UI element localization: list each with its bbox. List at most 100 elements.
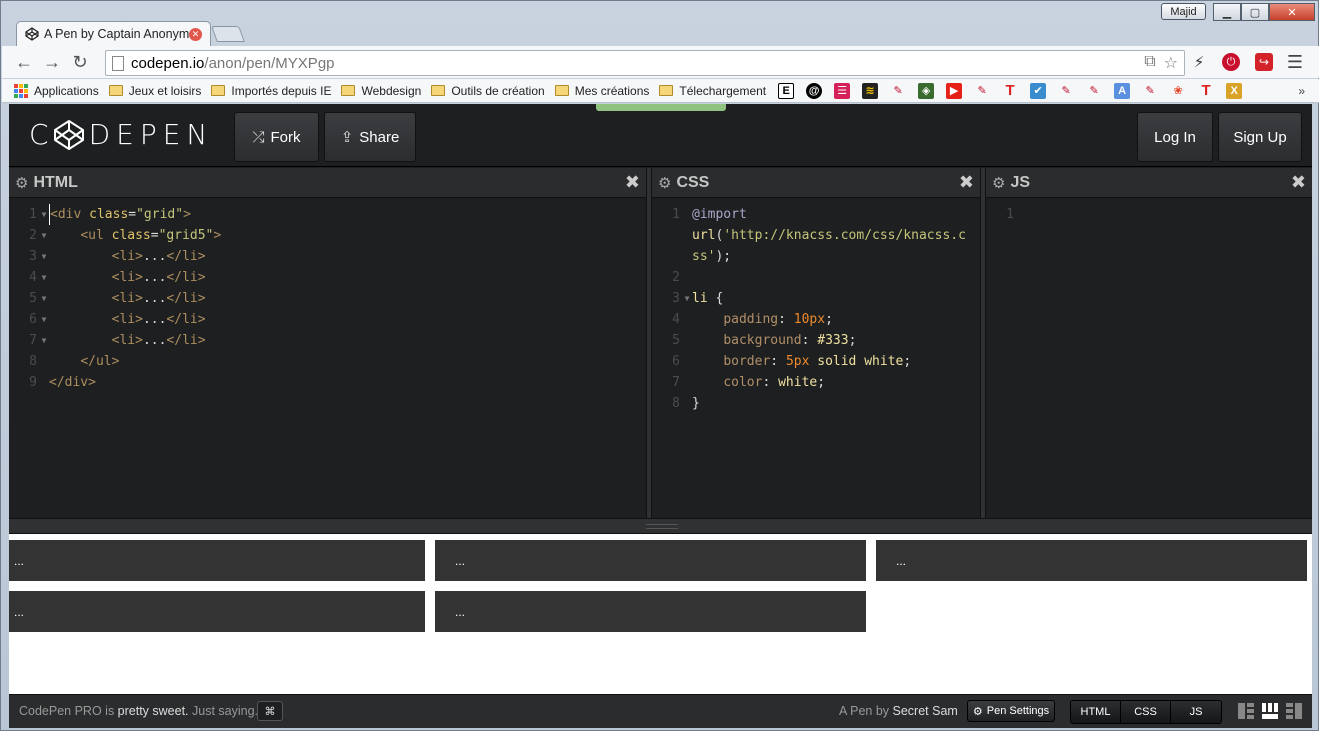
signup-button[interactable]: Sign Up [1218, 112, 1302, 162]
code-line: 7 color: white; [672, 375, 826, 390]
grip-icon [646, 524, 678, 529]
code-line: 8} [672, 396, 700, 411]
codepen-favicon-icon [25, 27, 39, 41]
close-icon[interactable]: ✖ [1291, 172, 1306, 193]
bookmark-pink-icon[interactable]: ☰ [834, 82, 851, 99]
css-pane: ⚙ CSS ✖ 1 @import url('http://knacss.com/… [652, 168, 980, 518]
translate-icon[interactable]: ⧉ [1144, 53, 1155, 73]
forward-arrow-icon[interactable]: → [38, 48, 66, 76]
toggle-css-button[interactable]: CSS [1121, 701, 1171, 723]
close-icon[interactable]: ✖ [959, 172, 974, 193]
profile-button[interactable]: Majid [1161, 3, 1206, 20]
bookmark-xb-icon[interactable]: X [1226, 82, 1243, 99]
codepen-logo-icon [53, 119, 84, 150]
js-pane: ⚙ JS ✖ 1 [986, 168, 1312, 518]
codepen-app: C DEPEN ⤮ Fork ⇪ Share Log In Sign Up ⚙ HT… [9, 104, 1312, 728]
reload-icon[interactable]: ↻ [66, 48, 94, 76]
bookmark-mes-creations[interactable]: Mes créations [554, 84, 649, 98]
browser-window: Majid ▁ ▢ ✕ A Pen by Captain Anonym ✕ ← … [0, 0, 1319, 731]
code-line: 7 ▼ <li>...</li> [29, 333, 206, 348]
toggle-js-button[interactable]: JS [1171, 701, 1221, 723]
folder-icon [659, 85, 674, 96]
bookmark-jeux-et-loisirs[interactable]: Jeux et loisirs [108, 84, 201, 98]
html-pane: ⚙ HTML ✖ 1 ▼ <div class="grid"> 2 ▼ <ul cla… [9, 168, 646, 518]
close-icon[interactable]: ✖ [625, 172, 640, 193]
bookmark-box-icon[interactable]: ◈ [918, 82, 935, 99]
tab-codepen[interactable]: A Pen by Captain Anonym ✕ [16, 21, 211, 46]
layout-top-icon[interactable] [1262, 703, 1278, 719]
menu-icon[interactable]: ☰ [1284, 51, 1306, 73]
code-line: 2 [672, 270, 680, 285]
bookmark-at-icon[interactable]: @ [806, 82, 823, 99]
bookmark-pin-icon[interactable]: ✎ [1142, 83, 1158, 99]
code-line: 3 ▼ li { [672, 291, 724, 306]
js-editor[interactable]: 1 [986, 204, 1026, 225]
share-icon: ⇪ [340, 129, 354, 146]
toggle-html-button[interactable]: HTML [1071, 701, 1121, 723]
bookmark-t-icon[interactable]: T [1002, 82, 1018, 99]
address-bar[interactable]: codepen.io/anon/pen/MYXPgp ⧉ ☆ [105, 50, 1185, 76]
codepen-logo[interactable]: C DEPEN [29, 118, 213, 151]
gear-icon: ⚙ [972, 705, 983, 718]
bookmarks-overflow-icon[interactable]: » [1298, 84, 1305, 98]
bookmark-check-icon[interactable]: ✔ [1030, 82, 1047, 99]
bookmark-pin-icon[interactable]: ✎ [1086, 83, 1102, 99]
bookmark-applications[interactable]: Applications [14, 83, 99, 98]
pocket-extension-icon[interactable]: ↪ [1253, 51, 1275, 73]
gear-icon[interactable]: ⚙ [992, 174, 1005, 192]
folder-icon [554, 85, 569, 96]
preview-list-item: ... [9, 591, 425, 632]
code-line: 2 ▼ <ul class="grid5"> [29, 228, 222, 243]
code-line: 1 [1006, 207, 1014, 222]
browser-toolbar: ← → ↻ codepen.io/anon/pen/MYXPgp ⧉ ☆ [2, 46, 1319, 78]
pro-promo[interactable]: CodePen PRO is pretty sweet. Just saying… [19, 704, 258, 718]
tab-close-icon[interactable]: ✕ [189, 27, 202, 41]
page-icon [112, 55, 124, 71]
new-tab-button[interactable] [211, 26, 245, 42]
bookmarks-bar: Applications Jeux et loisirs Importés de… [2, 79, 1319, 103]
code-line: 4 padding: 10px; [672, 312, 833, 327]
author-link[interactable]: Secret Sam [893, 704, 958, 718]
code-line: 5 ▼ <li>...</li> [29, 291, 206, 306]
bookmark-t-icon[interactable]: T [1198, 82, 1214, 99]
view-toggle-group: HTML CSS JS [1070, 700, 1222, 724]
folder-icon [108, 85, 123, 96]
bookmark-telechargement[interactable]: Télechargement [659, 84, 766, 98]
logo-text-depen: DEPEN [88, 118, 214, 151]
bookmark-star-icon[interactable]: ☆ [1164, 53, 1178, 73]
gear-icon[interactable]: ⚙ [658, 174, 671, 192]
keyboard-shortcuts-button[interactable]: ⌘ [257, 701, 283, 721]
bookmark-swirl-icon[interactable]: ❀ [1170, 83, 1186, 99]
login-button[interactable]: Log In [1137, 112, 1213, 162]
code-line: 1 @import [672, 207, 747, 222]
share-button[interactable]: ⇪ Share [324, 112, 416, 162]
bookmark-pin-icon[interactable]: ✎ [1058, 83, 1074, 99]
code-line: 6 border: 5px solid white; [672, 354, 912, 369]
layout-right-icon[interactable] [1286, 703, 1302, 719]
tab-title: A Pen by Captain Anonym [44, 27, 189, 41]
drag-tab[interactable] [596, 104, 726, 111]
bookmark-pin-icon[interactable]: ✎ [974, 83, 990, 99]
bookmark-webdesign[interactable]: Webdesign [341, 84, 421, 98]
pen-settings-button[interactable]: ⚙ Pen Settings [967, 700, 1055, 722]
fork-button[interactable]: ⤮ Fork [234, 112, 319, 162]
pen-byline: A Pen by Secret Sam [839, 704, 958, 718]
bookmark-importes-depuis-ie[interactable]: Importés depuis IE [211, 84, 331, 98]
logo-text-c: C [29, 118, 55, 151]
preview-frame: ... ... ... ... ... [9, 534, 1312, 694]
gear-icon[interactable]: ⚙ [15, 174, 28, 192]
css-editor[interactable]: 1 @import url('http://knacss.com/css/knac… [652, 204, 966, 414]
layout-left-icon[interactable] [1238, 703, 1254, 719]
bookmark-a-icon[interactable]: A [1114, 82, 1131, 99]
lightning-extension-icon[interactable]: ⚡ [1188, 51, 1210, 73]
bookmark-pin-icon[interactable]: ✎ [890, 83, 906, 99]
bookmark-youtube-icon[interactable]: ▶ [946, 82, 963, 99]
bookmark-stripes-icon[interactable]: ≋ [862, 82, 879, 99]
adblock-extension-icon[interactable]: ⏻ [1220, 51, 1242, 73]
bookmark-e-icon[interactable]: E [778, 82, 795, 99]
bookmark-outils-de-creation[interactable]: Outils de création [431, 84, 545, 98]
preview-resize-handle[interactable] [9, 518, 1312, 534]
codepen-header: C DEPEN ⤮ Fork ⇪ Share Log In Sign Up [9, 104, 1312, 167]
html-editor[interactable]: 1 ▼ <div class="grid"> 2 ▼ <ul class="grid5… [9, 204, 221, 393]
back-arrow-icon[interactable]: ← [10, 48, 38, 76]
